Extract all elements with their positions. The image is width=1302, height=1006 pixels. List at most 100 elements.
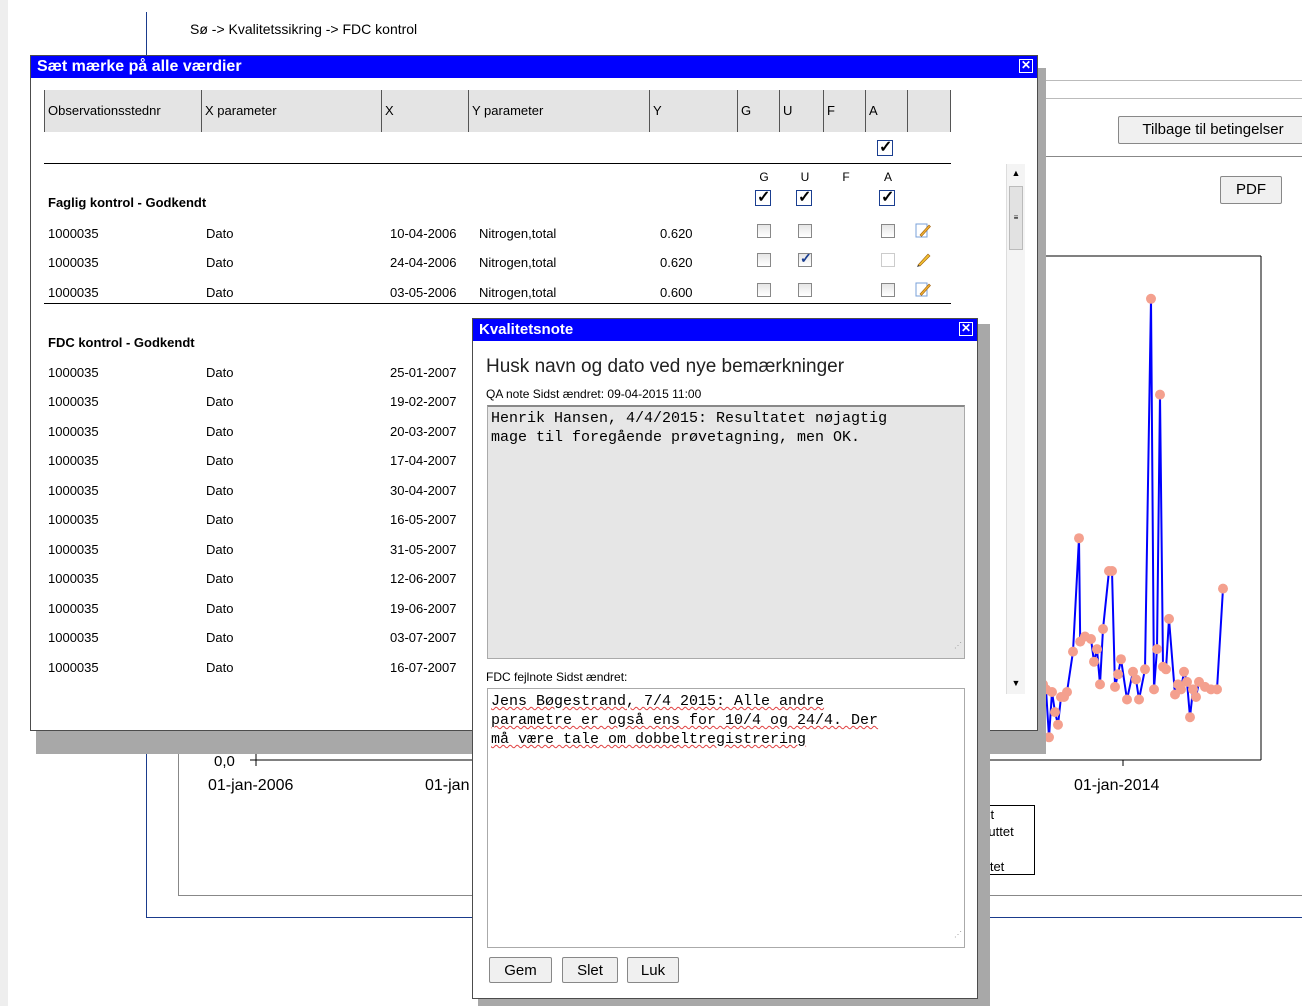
cell-station: 1000035 — [48, 483, 99, 498]
cell-x: 12-06-2007 — [390, 571, 457, 586]
minimize-icon[interactable]: ‾ — [939, 314, 951, 332]
cell-x: 31-05-2007 — [390, 542, 457, 557]
cell-station: 1000035 — [48, 394, 99, 409]
data-point — [1152, 644, 1162, 655]
cell-y-parameter: Nitrogen,total — [479, 255, 557, 270]
data-point — [1218, 583, 1228, 594]
group-label: Faglig kontrol - Godkendt — [48, 195, 207, 210]
data-point — [1134, 694, 1144, 705]
data-point — [1212, 684, 1222, 695]
cell-x: 19-06-2007 — [390, 601, 457, 616]
row-g-checkbox[interactable] — [757, 224, 771, 238]
save-button[interactable]: Gem — [489, 957, 552, 983]
column-header-a[interactable]: A — [865, 90, 907, 132]
window-titlebar: Kvalitetsnote ‾ ✕ — [473, 314, 977, 341]
fdc-note-textarea[interactable]: Jens Bøgestrand, 7/4 2015: Alle andre pa… — [487, 688, 965, 948]
cell-x: 19-02-2007 — [390, 394, 457, 409]
data-point — [1062, 687, 1072, 697]
resize-grip-icon[interactable]: ⋰ — [954, 926, 962, 945]
column-header-f[interactable]: F — [823, 90, 865, 132]
data-point — [1179, 666, 1189, 677]
data-point — [1113, 669, 1123, 680]
edit-note-icon[interactable] — [915, 222, 931, 238]
data-point — [1089, 656, 1099, 667]
close-button[interactable]: Luk — [627, 957, 679, 983]
note-heading: Husk navn og dato ved nye bemærkninger — [486, 356, 845, 377]
column-header-y-parameter[interactable]: Y parameter — [468, 90, 649, 132]
cell-x: 17-04-2007 — [390, 453, 457, 468]
cell-x-parameter: Dato — [206, 255, 234, 270]
data-point — [1092, 644, 1102, 655]
cell-x-parameter: Dato — [206, 483, 234, 498]
cell-x: 10-04-2006 — [390, 226, 457, 241]
data-point — [1107, 566, 1117, 576]
row-g-checkbox[interactable] — [757, 253, 771, 267]
vertical-scrollbar[interactable]: ▲ ≡ ▼ — [1006, 164, 1025, 694]
column-header-x[interactable]: X — [381, 90, 468, 132]
row-a-checkbox[interactable] — [881, 283, 895, 297]
divider — [44, 303, 951, 304]
cell-x-parameter: Dato — [206, 365, 234, 380]
cell-x-parameter: Dato — [206, 424, 234, 439]
cell-x: 25-01-2007 — [390, 365, 457, 380]
column-header-g[interactable]: G — [737, 90, 779, 132]
edit-note-icon[interactable] — [915, 281, 931, 297]
cell-x: 03-05-2006 — [390, 285, 457, 300]
data-point — [1116, 654, 1126, 665]
cell-x-parameter: Dato — [206, 542, 234, 557]
cell-station: 1000035 — [48, 571, 99, 586]
column-header-u[interactable]: U — [779, 90, 823, 132]
data-point — [1098, 624, 1108, 634]
column-header-station[interactable]: Observationsstednr — [44, 90, 201, 132]
row-a-checkbox[interactable] — [881, 253, 895, 267]
row-g-checkbox[interactable] — [757, 283, 771, 297]
window-title: Sæt mærke på alle værdier — [37, 58, 242, 75]
scroll-down-icon[interactable]: ▼ — [1007, 674, 1025, 692]
edit-note-icon[interactable] — [915, 251, 931, 267]
cell-station: 1000035 — [48, 542, 99, 557]
data-point — [1140, 664, 1150, 675]
cell-y: 0.600 — [660, 285, 693, 300]
select-all-a-checkbox[interactable] — [877, 137, 893, 157]
scroll-up-icon[interactable]: ▲ — [1007, 164, 1025, 182]
column-header-x-parameter[interactable]: X parameter — [201, 90, 381, 132]
cell-y: 0.620 — [660, 226, 693, 241]
qa-note-text: Henrik Hansen, 4/4/2015: Resultatet nøja… — [491, 410, 888, 446]
row-u-checkbox[interactable] — [798, 224, 812, 238]
data-point — [1110, 681, 1120, 692]
scroll-thumb[interactable]: ≡ — [1009, 186, 1023, 250]
cell-x-parameter: Dato — [206, 394, 234, 409]
group-a-checkbox[interactable] — [879, 187, 895, 207]
cell-x: 16-07-2007 — [390, 660, 457, 675]
subheader-f: F — [842, 170, 850, 184]
cell-x-parameter: Dato — [206, 453, 234, 468]
cell-station: 1000035 — [48, 453, 99, 468]
row-u-checkbox[interactable] — [798, 250, 812, 267]
cell-x-parameter: Dato — [206, 601, 234, 616]
cell-station: 1000035 — [48, 660, 99, 675]
column-header-y[interactable]: Y — [649, 90, 737, 132]
close-icon[interactable]: ✕ — [959, 322, 973, 336]
divider — [44, 163, 951, 164]
resize-grip-icon[interactable]: ⋰ — [954, 637, 962, 656]
cell-station: 1000035 — [48, 630, 99, 645]
y-tick-label: 0,0 — [214, 753, 235, 770]
close-icon[interactable]: ✕ — [1019, 59, 1033, 73]
qa-note-textarea[interactable]: Henrik Hansen, 4/4/2015: Resultatet nøja… — [487, 405, 965, 659]
data-point — [1086, 634, 1096, 644]
cell-y-parameter: Nitrogen,total — [479, 285, 557, 300]
group-g-checkbox[interactable] — [755, 187, 771, 207]
delete-button[interactable]: Slet — [562, 957, 618, 983]
minimize-icon[interactable]: ‾ — [999, 56, 1011, 69]
data-point — [1191, 692, 1201, 702]
data-point — [1185, 712, 1195, 723]
cell-x-parameter: Dato — [206, 630, 234, 645]
data-point — [1149, 684, 1159, 695]
row-u-checkbox[interactable] — [798, 283, 812, 297]
group-label: FDC kontrol - Godkendt — [48, 335, 195, 350]
data-point — [1047, 687, 1057, 697]
group-u-checkbox[interactable] — [796, 187, 812, 207]
cell-x: 30-04-2007 — [390, 483, 457, 498]
row-a-checkbox[interactable] — [881, 224, 895, 238]
cell-station: 1000035 — [48, 601, 99, 616]
